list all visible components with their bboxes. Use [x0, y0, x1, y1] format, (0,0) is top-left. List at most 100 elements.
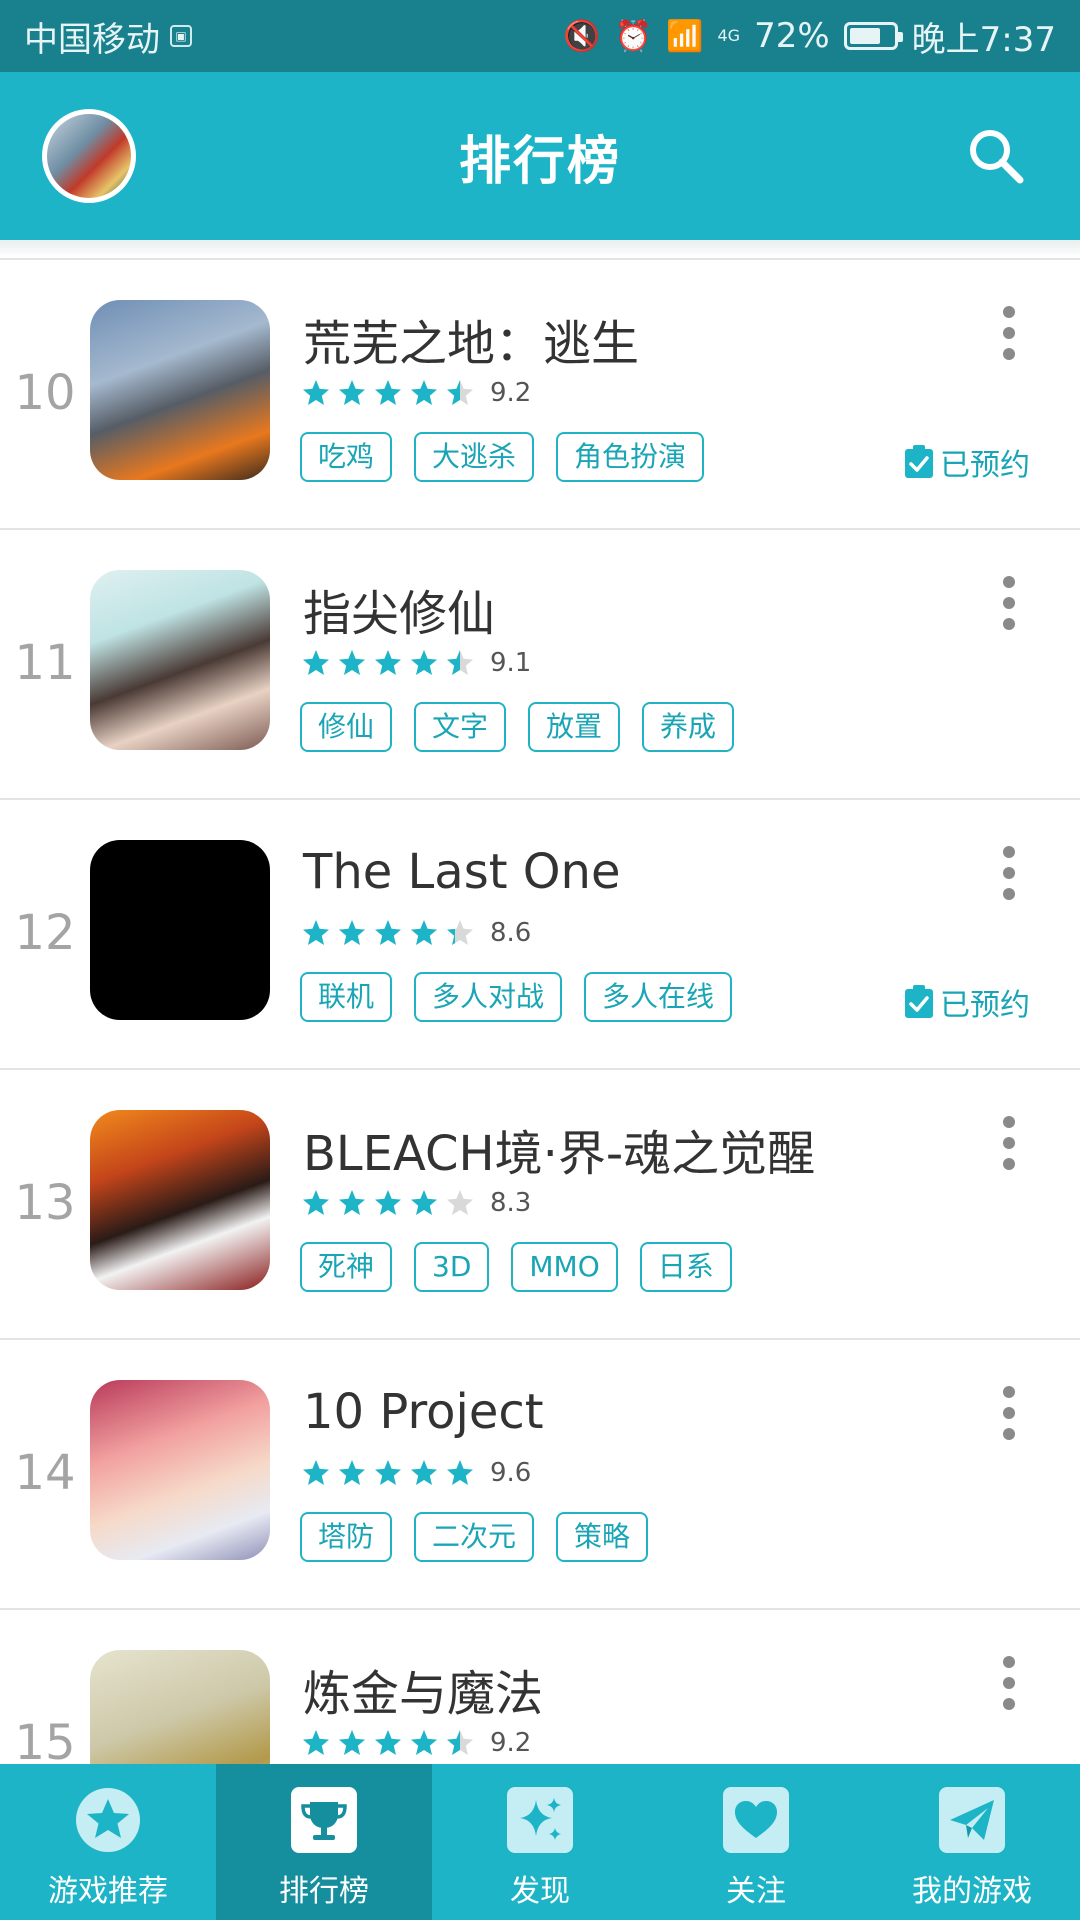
game-rating: 9.2 — [302, 378, 531, 408]
nav-item[interactable]: 关注 — [648, 1764, 864, 1920]
tag-list: 塔防 二次元 策略 — [300, 1512, 649, 1562]
nav-item[interactable]: 发现 — [432, 1764, 648, 1920]
rating-star-icon — [303, 650, 329, 675]
game-tag[interactable]: 大逃杀 — [414, 432, 535, 482]
game-title[interactable]: BLEACH境·界-魂之觉醒 — [303, 1114, 815, 1184]
alarm-icon: ⏰ — [614, 18, 653, 54]
game-row[interactable]: 15 炼金与魔法 9.2 — [0, 1608, 1080, 1764]
game-tag[interactable]: 修仙 — [300, 702, 393, 752]
nav-label: 关注 — [726, 1874, 786, 1909]
game-rating: 8.6 — [302, 918, 531, 948]
game-row[interactable]: 10 荒芜之地：逃生 9.2 吃鸡 大逃杀 角色扮演 已预约 — [0, 258, 1080, 528]
rank-number: 12 — [14, 905, 76, 961]
rating-score: 8.3 — [490, 1188, 532, 1218]
tag-list: 联机 多人对战 多人在线 — [300, 972, 733, 1022]
tag-list: 吃鸡 大逃杀 角色扮演 — [300, 432, 705, 482]
game-row[interactable]: 12 The Last One 8.6 联机 多人对战 多人在线 已预约 — [0, 798, 1080, 1068]
nav-item[interactable]: 排行榜 — [216, 1764, 432, 1920]
status-icons: 🔇 ⏰ 📶 4G 72% 晚上7:37 — [563, 12, 1056, 61]
rating-stars — [302, 1729, 474, 1757]
app-bar-shadow — [0, 240, 1080, 258]
rating-star-icon — [375, 650, 401, 675]
rank-number: 13 — [14, 1175, 76, 1231]
rating-star-icon — [303, 1190, 329, 1215]
rating-stars — [302, 379, 474, 407]
mute-icon: 🔇 — [563, 18, 601, 54]
rating-star-icon — [447, 920, 473, 945]
rating-star-icon — [303, 1730, 329, 1755]
game-row[interactable]: 14 10 Project 9.6 塔防 二次元 策略 — [0, 1338, 1080, 1608]
more-options-icon[interactable] — [994, 306, 1024, 360]
battery-fill — [849, 28, 880, 44]
nav-label: 我的游戏 — [912, 1874, 1032, 1909]
game-tag[interactable]: 放置 — [528, 702, 621, 752]
more-options-icon[interactable] — [994, 1116, 1024, 1170]
nav-item[interactable]: 游戏推荐 — [0, 1764, 216, 1920]
more-options-icon[interactable] — [994, 846, 1024, 900]
game-row[interactable]: 13 BLEACH境·界-魂之觉醒 8.3 死神 3D MMO 日系 — [0, 1068, 1080, 1338]
rating-star-icon — [447, 650, 473, 675]
rating-star-icon — [411, 380, 437, 405]
game-tag[interactable]: 联机 — [300, 972, 393, 1022]
game-tag[interactable]: 塔防 — [300, 1512, 393, 1562]
game-title[interactable]: 指尖修仙 — [303, 574, 495, 644]
game-title[interactable]: 荒芜之地：逃生 — [303, 304, 639, 374]
game-tag[interactable]: 养成 — [642, 702, 735, 752]
rating-star-icon — [411, 920, 437, 945]
rating-star-icon — [447, 1460, 473, 1485]
rating-star-icon — [339, 920, 365, 945]
battery-icon — [843, 22, 903, 50]
game-tag[interactable]: 日系 — [639, 1242, 732, 1292]
game-tag[interactable]: 吃鸡 — [300, 432, 393, 482]
user-avatar[interactable] — [42, 109, 136, 203]
rating-star-icon — [375, 1730, 401, 1755]
rating-stars — [302, 1189, 474, 1217]
search-icon[interactable] — [964, 124, 1028, 188]
game-title[interactable]: 10 Project — [303, 1384, 544, 1440]
more-options-icon[interactable] — [994, 576, 1024, 630]
ranking-list[interactable]: 10 荒芜之地：逃生 9.2 吃鸡 大逃杀 角色扮演 已预约 11 指尖修仙 9.1 修仙 文字 放置养… — [0, 258, 1080, 1764]
game-tag[interactable]: 策略 — [556, 1512, 649, 1562]
rating-star-icon — [339, 1460, 365, 1485]
reserved-status: 已预约 — [904, 980, 1030, 1024]
nav-item[interactable]: 我的游戏 — [864, 1764, 1080, 1920]
game-icon[interactable] — [90, 840, 270, 1020]
game-icon[interactable] — [90, 1380, 270, 1560]
tag-list: 修仙 文字 放置 养成 — [300, 702, 735, 752]
clipboard-check-icon — [905, 445, 933, 478]
rating-star-icon — [375, 1460, 401, 1485]
game-tag[interactable]: 死神 — [300, 1242, 393, 1292]
game-icon[interactable] — [90, 570, 270, 750]
rating-star-icon — [303, 380, 329, 405]
game-tag[interactable]: MMO — [511, 1242, 618, 1292]
rating-star-icon — [303, 920, 329, 945]
rating-star-icon — [339, 380, 365, 405]
wifi-icon: 📶 — [666, 18, 704, 54]
rating-stars — [302, 919, 474, 947]
game-tag[interactable]: 文字 — [414, 702, 507, 752]
rating-star-icon — [447, 1190, 473, 1215]
game-tag[interactable]: 多人在线 — [584, 972, 733, 1022]
trophy-icon — [290, 1786, 358, 1854]
game-icon[interactable] — [90, 300, 270, 480]
game-title[interactable]: 炼金与魔法 — [303, 1654, 543, 1724]
game-icon[interactable] — [90, 1650, 270, 1764]
heart-icon — [722, 1786, 790, 1854]
carrier-name: 中国移动 — [24, 19, 160, 60]
game-tag[interactable]: 3D — [414, 1242, 490, 1292]
rating-score: 9.2 — [490, 1728, 532, 1758]
rating-star-icon — [447, 1730, 473, 1755]
game-rating: 9.6 — [302, 1458, 531, 1488]
more-options-icon[interactable] — [994, 1386, 1024, 1440]
game-tag[interactable]: 角色扮演 — [556, 432, 705, 482]
network-type: 4G — [717, 25, 741, 45]
rating-star-icon — [339, 1730, 365, 1755]
game-tag[interactable]: 二次元 — [414, 1512, 535, 1562]
reserved-label: 已预约 — [940, 448, 1030, 483]
rank-number: 11 — [14, 635, 76, 691]
game-tag[interactable]: 多人对战 — [414, 972, 563, 1022]
more-options-icon[interactable] — [994, 1656, 1024, 1710]
game-icon[interactable] — [90, 1110, 270, 1290]
game-row[interactable]: 11 指尖修仙 9.1 修仙 文字 放置 养成 — [0, 528, 1080, 798]
game-title[interactable]: The Last One — [303, 844, 621, 900]
